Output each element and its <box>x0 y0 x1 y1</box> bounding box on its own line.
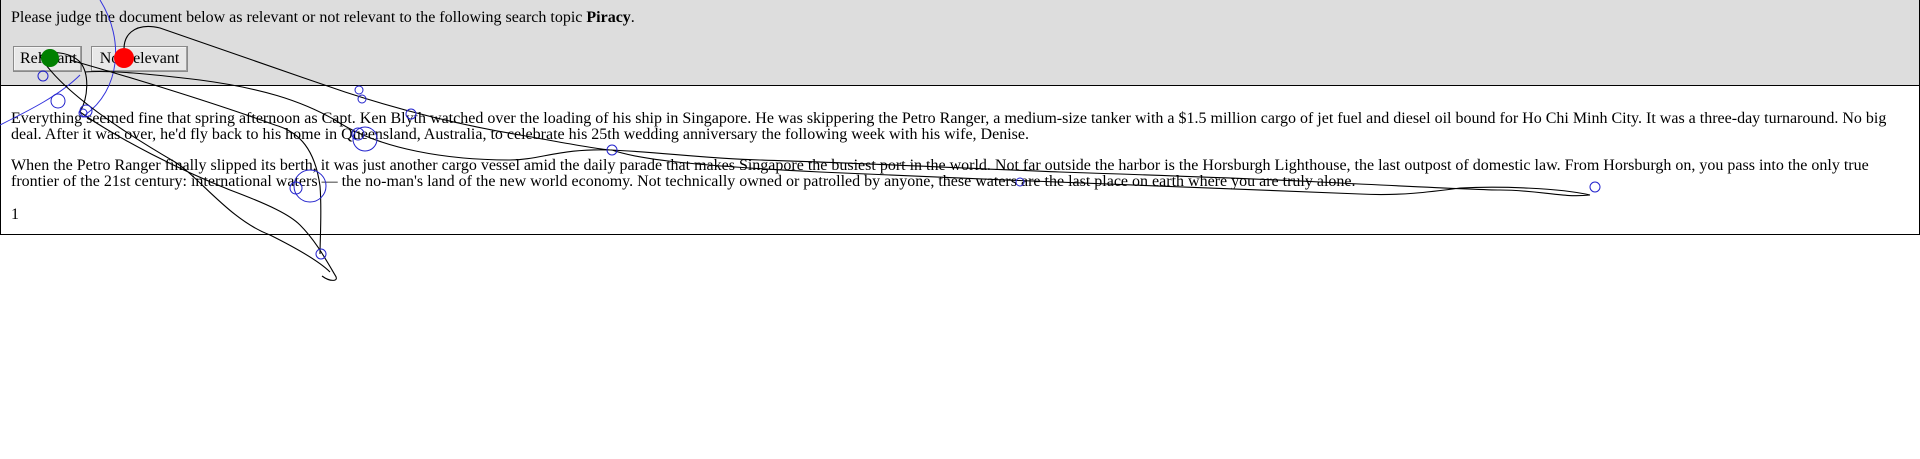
relevant-button[interactable]: Relevant <box>13 46 82 72</box>
gaze-circle <box>315 248 327 260</box>
page-number: 1 <box>11 206 19 223</box>
judgment-prompt: Please judge the document below as relev… <box>11 9 635 27</box>
search-topic: Piracy <box>586 9 631 26</box>
document-paragraph: When the Petro Ranger finally slipped it… <box>11 157 1869 190</box>
prompt-end: . <box>630 9 635 26</box>
not-relevant-button[interactable]: Not relevant <box>91 46 188 72</box>
prompt-text: Please judge the document below as relev… <box>11 9 587 26</box>
document-panel: Everything seemed fine that spring after… <box>0 86 1920 235</box>
judgment-header: Please judge the document below as relev… <box>0 0 1920 86</box>
document-paragraph: Everything seemed fine that spring after… <box>11 110 1887 143</box>
